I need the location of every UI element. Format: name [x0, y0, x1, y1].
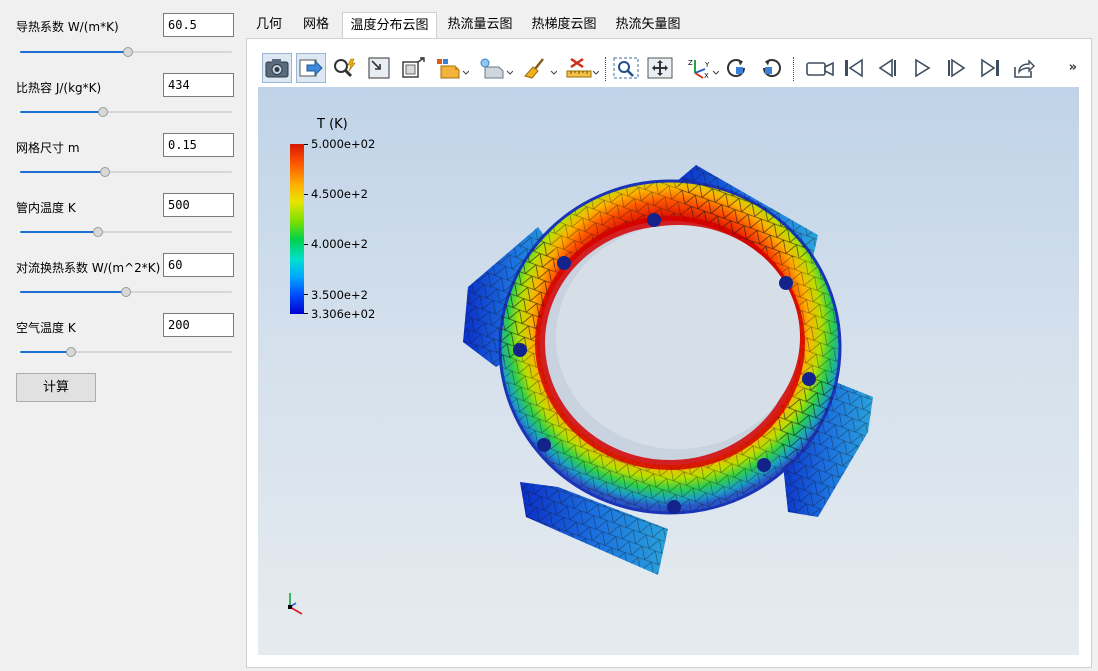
air-temperature-slider[interactable] [20, 345, 232, 359]
mesh-size-input[interactable]: 0.15 [163, 133, 234, 157]
clear-brush-icon[interactable] [522, 53, 558, 83]
next-frame-icon[interactable] [941, 53, 971, 83]
svg-text:X: X [704, 72, 709, 79]
toolbar-separator [793, 57, 794, 81]
pan-icon[interactable] [645, 53, 675, 83]
3d-viewport[interactable]: T (K) 5.000e+02 4.500e+2 4.000e+2 3.500e… [258, 87, 1079, 655]
frame-icon[interactable] [398, 53, 428, 83]
toolbar-overflow-button[interactable]: » [1069, 60, 1077, 75]
mesh-size-label: 网格尺寸 m [16, 141, 80, 155]
svg-text:Y: Y [704, 61, 710, 69]
ruler-icon[interactable] [564, 53, 600, 83]
rotate-cw-icon[interactable] [722, 53, 752, 83]
box-select-icon[interactable] [434, 53, 470, 83]
camera-icon[interactable] [262, 53, 292, 83]
share-icon[interactable] [1009, 53, 1039, 83]
fit-view-icon[interactable] [364, 53, 394, 83]
air-temperature-input[interactable]: 200 [163, 313, 234, 337]
specific-heat-input[interactable]: 434 [163, 73, 234, 97]
play-icon[interactable] [907, 53, 937, 83]
export-icon[interactable] [296, 53, 326, 83]
air-temperature-label: 空气温度 K [16, 321, 76, 335]
toolbar-separator [605, 57, 606, 81]
rotate-ccw-icon[interactable] [756, 53, 786, 83]
pipe-temperature-input[interactable]: 500 [163, 193, 234, 217]
thermal-conductivity-label: 导热系数 W/(m*K) [16, 20, 119, 34]
tab-heat-flux-contour[interactable]: 热流量云图 [439, 12, 521, 38]
svg-text:Z: Z [688, 59, 693, 67]
slider-thumb[interactable] [99, 167, 110, 177]
pipe-temperature-label: 管内温度 K [16, 201, 76, 215]
tab-geometry[interactable]: 几何 [246, 12, 292, 38]
first-frame-icon[interactable] [839, 53, 869, 83]
slider-thumb[interactable] [93, 227, 104, 237]
temperature-contour-model [463, 165, 873, 575]
slider-thumb[interactable] [123, 47, 134, 57]
specific-heat-label: 比热容 J/(kg*K) [16, 81, 102, 95]
axes-triad-icon [288, 593, 303, 615]
axes-icon[interactable]: Z YX [684, 53, 720, 83]
slider-thumb[interactable] [65, 347, 76, 357]
tab-heat-flux-vector[interactable]: 热流矢量图 [607, 12, 689, 38]
convection-coefficient-label: 对流换热系数 W/(m^2*K) [16, 261, 161, 275]
tab-mesh[interactable]: 网格 [292, 12, 340, 38]
thermal-conductivity-input[interactable]: 60.5 [163, 13, 234, 37]
zoom-box-icon[interactable] [611, 53, 641, 83]
last-frame-icon[interactable] [975, 53, 1005, 83]
slider-thumb[interactable] [97, 107, 108, 117]
probe-icon[interactable] [330, 53, 360, 83]
mesh-size-slider[interactable] [20, 165, 232, 179]
viewer-toolbar: Z YX » [258, 50, 1079, 87]
specific-heat-slider[interactable] [20, 105, 232, 119]
slider-thumb[interactable] [121, 287, 131, 297]
pipe-temperature-slider[interactable] [20, 225, 232, 239]
tab-temperature-contour[interactable]: 温度分布云图 [342, 12, 437, 38]
convection-coefficient-slider[interactable] [20, 285, 232, 299]
tab-heat-gradient-contour[interactable]: 热梯度云图 [523, 12, 605, 38]
video-camera-icon[interactable] [803, 53, 837, 83]
display-mode-icon[interactable] [478, 53, 514, 83]
prev-frame-icon[interactable] [873, 53, 903, 83]
thermal-conductivity-slider[interactable] [20, 45, 232, 59]
convection-coefficient-input[interactable]: 60 [163, 253, 234, 277]
calculate-button[interactable]: 计算 [16, 373, 96, 402]
